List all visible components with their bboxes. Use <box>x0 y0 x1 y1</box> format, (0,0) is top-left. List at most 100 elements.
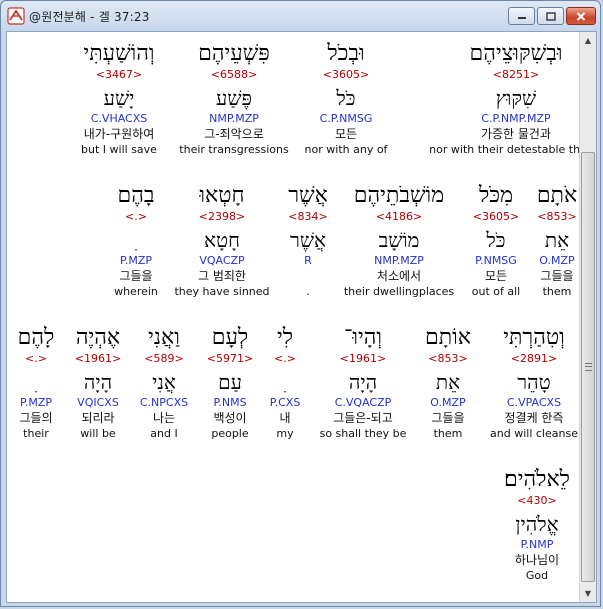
grip-icon <box>584 363 592 371</box>
english-gloss: nor with their detestable things <box>429 143 597 156</box>
strong-number[interactable]: <3605> <box>305 68 388 82</box>
strong-number[interactable]: <589> <box>140 352 188 366</box>
english-gloss: my <box>276 427 294 440</box>
strong-number[interactable]: <853> <box>425 352 471 366</box>
word-column[interactable]: פִּשְׁעֵיהֶם <6588> פֶּשַׁע NMP.MZP 그-죄악… <box>179 40 288 157</box>
english-gloss: but I will save <box>81 143 157 156</box>
strong-number[interactable]: <4186> <box>344 210 454 224</box>
strong-number[interactable]: <.> <box>114 210 158 224</box>
lemma: הָיָה <box>83 370 113 394</box>
lemma: ִ <box>114 226 158 254</box>
word-column[interactable]: לֵאלֹהִים׃ <430> אֱלֹהִין P.NMP 하나님이 God <box>504 466 570 583</box>
word-column[interactable]: אֲשֶׁר <834> אֲשֶׁר R . <box>288 182 328 299</box>
english-gloss: wherein <box>114 285 158 298</box>
word-column[interactable]: חָטְאוּ <2398> חָטָא VQACZP 그 범죄한 they h… <box>174 182 269 299</box>
strong-number[interactable]: <3605> <box>472 210 520 224</box>
word-column[interactable]: אֹתָם <853> אֵת O.MZP 그들을 them <box>537 182 577 299</box>
word-column[interactable]: בָהֶם <.> ִ P.MZP 그들을 wherein <box>114 182 158 299</box>
title-bar[interactable]: @원전분해 - 겔 37:23 <box>1 1 600 31</box>
morphology-code[interactable]: P.MZP <box>18 396 55 410</box>
morphology-code[interactable]: NMP.MZP <box>179 112 288 126</box>
scroll-thumb[interactable] <box>581 152 595 582</box>
korean-gloss: 그들을 <box>431 411 465 425</box>
english-gloss: and will cleanse <box>490 427 578 440</box>
word-column[interactable]: וְטִהַרְתִּי <2891> טָהֵר C.VPACXS 정결케 한… <box>490 324 578 441</box>
strong-number[interactable]: <853> <box>537 210 577 224</box>
strong-number[interactable]: <2398> <box>174 210 269 224</box>
strong-number[interactable]: <430> <box>504 494 570 508</box>
morphology-code[interactable]: P.CXS <box>270 396 301 410</box>
word-column[interactable]: לָהֶם <.> ִ P.MZP 그들의 their <box>18 324 55 441</box>
strong-number[interactable]: <.> <box>270 352 301 366</box>
korean-gloss: 정결케 한즉 <box>504 411 564 425</box>
korean-gloss: 그 범죄한 <box>198 269 246 283</box>
lemma: ִ <box>270 368 301 396</box>
strong-number[interactable]: <8251> <box>429 68 596 82</box>
word-column[interactable]: לִי <.> ִ P.CXS 내 my <box>270 324 301 441</box>
word-column[interactable]: וַאֲנִי <589> אֲנִי C.NPCXS 나는 and I <box>140 324 188 441</box>
morphology-code[interactable]: O.MZP <box>425 396 471 410</box>
hebrew-word: לִי <box>276 325 294 350</box>
strong-number[interactable]: <2891> <box>490 352 578 366</box>
scroll-up-button[interactable]: ▲ <box>580 32 596 49</box>
strong-number[interactable]: <1961> <box>320 352 407 366</box>
strong-number[interactable]: <834> <box>288 210 328 224</box>
lemma: כֹּל <box>486 228 506 252</box>
word-column[interactable]: אֶהְיֶה <1961> הָיָה VQICXS 되리라 will be <box>75 324 121 441</box>
word-column[interactable]: וְהָיוּ־ <1961> הָיָה C.VQACZP 그들은-되고 so… <box>320 324 407 441</box>
lemma: יָשַׁע <box>103 86 135 110</box>
strong-number[interactable]: <1961> <box>75 352 121 366</box>
app-window: @원전분해 - 겔 37:23 וּבְשִׁקּוּצֵיהֶם <8251>… <box>0 0 601 607</box>
morphology-code[interactable]: P.NMS <box>207 396 253 410</box>
lemma: הָיָה <box>348 370 378 394</box>
morphology-code[interactable]: C.VHACXS <box>81 112 157 126</box>
hebrew-word: אֶהְיֶה <box>75 325 121 350</box>
english-gloss: God <box>525 569 549 582</box>
morphology-code[interactable]: R <box>288 254 328 268</box>
hebrew-word: לְעָם <box>211 325 249 350</box>
word-column[interactable]: לְעָם <5971> עַם P.NMS 백성이 people <box>207 324 253 441</box>
minimize-icon <box>517 17 526 19</box>
morphology-code[interactable]: NMP.MZP <box>344 254 454 268</box>
close-button[interactable] <box>566 7 596 25</box>
lemma: פֶּשַׁע <box>216 86 252 110</box>
korean-gloss: 되리라 <box>81 411 115 425</box>
vertical-scrollbar[interactable]: ▲ ▼ <box>579 32 596 602</box>
morphology-code[interactable]: P.MZP <box>114 254 158 268</box>
maximize-button[interactable] <box>537 7 564 25</box>
word-column[interactable]: וּבְשִׁקּוּצֵיהֶם <8251> שִׁקּוּץ C.P.NM… <box>429 40 597 157</box>
morphology-code[interactable]: VQACZP <box>174 254 269 268</box>
hebrew-word: וּבְשִׁקּוּצֵיהֶם <box>469 41 563 66</box>
morphology-code[interactable]: C.NPCXS <box>140 396 188 410</box>
minimize-button[interactable] <box>508 7 535 25</box>
morphology-code[interactable]: C.P.NMP.MZP <box>429 112 596 126</box>
word-column[interactable]: אוֹתָם <853> אֵת O.MZP 그들을 them <box>425 324 471 441</box>
strong-number[interactable]: <3467> <box>81 68 157 82</box>
morphology-code[interactable]: O.MZP <box>537 254 577 268</box>
morphology-code[interactable]: P.NMSG <box>472 254 520 268</box>
morphology-code[interactable]: C.VPACXS <box>490 396 578 410</box>
strong-number[interactable]: <6588> <box>179 68 288 82</box>
english-gloss: . <box>306 285 310 298</box>
korean-gloss: 그들을 <box>540 269 574 283</box>
word-column[interactable]: מִכֹּל <3605> כֹּל P.NMSG 모든 out of all <box>472 182 520 299</box>
scroll-down-button[interactable]: ▼ <box>580 585 596 602</box>
morphology-code[interactable]: P.NMP <box>504 538 570 552</box>
korean-gloss: 백성이 <box>213 411 247 425</box>
korean-gloss: 처소에서 <box>376 269 422 283</box>
strong-number[interactable]: <.> <box>18 352 55 366</box>
korean-gloss: 그들은-되고 <box>333 411 393 425</box>
morphology-code[interactable]: VQICXS <box>75 396 121 410</box>
morphology-code[interactable]: C.VQACZP <box>320 396 407 410</box>
lemma: שִׁקּוּץ <box>495 86 537 110</box>
word-column[interactable]: מוֹשְׁבֹתֵיהֶם <4186> מוֹשָׁב NMP.MZP 처소… <box>344 182 454 299</box>
word-column[interactable]: וְהוֹשַׁעְתִּי <3467> יָשַׁע C.VHACXS 내가… <box>81 40 157 157</box>
interlinear-view[interactable]: וּבְשִׁקּוּצֵיהֶם <8251> שִׁקּוּץ C.P.NM… <box>6 31 597 603</box>
arrow-up-icon: ▲ <box>584 36 592 45</box>
lemma: ִ <box>18 368 55 396</box>
strong-number[interactable]: <5971> <box>207 352 253 366</box>
morphology-code[interactable]: C.P.NMSG <box>305 112 388 126</box>
word-column[interactable]: וּבְכֹל <3605> כֹּל C.P.NMSG 모든 nor with… <box>305 40 388 157</box>
verse-content: וּבְשִׁקּוּצֵיהֶם <8251> שִׁקּוּץ C.P.NM… <box>7 32 596 602</box>
korean-gloss: 모든 <box>484 269 508 283</box>
